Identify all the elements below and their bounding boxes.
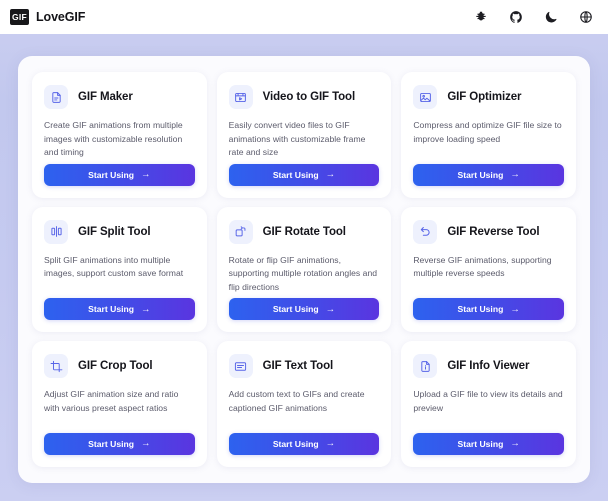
arrow-right-icon: → <box>510 168 520 180</box>
arrow-right-icon: → <box>141 303 151 315</box>
arrow-right-icon: → <box>510 303 520 315</box>
arrow-right-icon: → <box>510 438 520 450</box>
card-description: Adjust GIF animation size and ratio with… <box>44 389 179 413</box>
tool-card[interactable]: GIF Info Viewer Upload a GIF file to vie… <box>401 341 576 467</box>
start-using-button[interactable]: Start Using → <box>228 298 380 321</box>
tool-card[interactable]: Video to GIF Tool Easily convert video f… <box>216 72 392 198</box>
brand[interactable]: GIF LoveGIF <box>10 9 85 25</box>
card-title: GIF Crop Tool <box>78 360 153 373</box>
tools-grid: GIF Maker Create GIF animations from mul… <box>32 72 576 467</box>
card-header: GIF Info Viewer <box>413 354 564 379</box>
card-title: GIF Optimizer <box>447 91 522 103</box>
bug-icon[interactable] <box>473 9 489 25</box>
brand-name: LoveGIF <box>36 10 86 24</box>
start-using-button[interactable]: Start Using → <box>413 298 564 321</box>
card-description: Create GIF animations from multiple imag… <box>44 120 183 158</box>
start-using-button[interactable]: Start Using → <box>44 298 195 321</box>
github-icon[interactable] <box>508 9 524 25</box>
start-using-button[interactable]: Start Using → <box>228 163 380 186</box>
card-header: GIF Text Tool <box>228 354 380 379</box>
card-title: GIF Reverse Tool <box>447 225 540 238</box>
arrow-right-icon: → <box>141 438 151 450</box>
tool-card[interactable]: GIF Maker Create GIF animations from mul… <box>32 72 207 198</box>
button-label: Start Using <box>272 169 319 180</box>
logo-icon: GIF <box>10 9 29 25</box>
start-using-button[interactable]: Start Using → <box>413 432 564 455</box>
card-title: GIF Text Tool <box>262 360 334 373</box>
file-info-icon <box>413 354 438 379</box>
tool-card[interactable]: GIF Optimizer Compress and optimize GIF … <box>401 72 576 198</box>
button-label: Start Using <box>457 304 504 315</box>
button-label: Start Using <box>272 438 319 449</box>
card-description: Rotate or flip GIF animations, supportin… <box>228 254 378 292</box>
tool-card[interactable]: GIF Split Tool Split GIF animations into… <box>32 206 207 333</box>
card-title: GIF Rotate Tool <box>262 225 346 238</box>
start-using-button[interactable]: Start Using → <box>228 432 380 455</box>
card-description: Easily convert video files to GIF animat… <box>228 120 366 158</box>
button-label: Start Using <box>88 438 134 449</box>
button-label: Start Using <box>457 169 504 180</box>
rotate-icon <box>228 219 253 244</box>
card-header: GIF Rotate Tool <box>228 219 380 244</box>
card-description: Reverse GIF animations, supporting multi… <box>413 254 552 279</box>
tool-card[interactable]: GIF Text Tool Add custom text to GIFs an… <box>216 341 392 467</box>
card-header: GIF Optimizer <box>413 85 564 109</box>
tools-panel: GIF Maker Create GIF animations from mul… <box>18 56 590 483</box>
card-header: GIF Crop Tool <box>44 354 195 379</box>
app-header: GIF LoveGIF <box>0 0 608 34</box>
start-using-button[interactable]: Start Using → <box>44 163 195 186</box>
button-label: Start Using <box>457 438 504 449</box>
arrow-right-icon: → <box>325 438 336 450</box>
button-label: Start Using <box>88 304 134 315</box>
card-description: Upload a GIF file to view its details an… <box>413 389 563 413</box>
split-icon <box>44 219 68 244</box>
card-title: GIF Split Tool <box>78 225 151 238</box>
card-header: Video to GIF Tool <box>228 85 380 109</box>
button-label: Start Using <box>88 169 134 180</box>
tool-card[interactable]: GIF Reverse Tool Reverse GIF animations,… <box>401 206 576 333</box>
card-title: GIF Maker <box>78 91 133 103</box>
moon-icon[interactable] <box>543 9 559 25</box>
card-header: GIF Reverse Tool <box>413 219 564 244</box>
start-using-button[interactable]: Start Using → <box>44 432 195 455</box>
card-header: GIF Maker <box>44 85 195 109</box>
card-description: Split GIF animations into multiple image… <box>44 254 184 279</box>
arrow-right-icon: → <box>141 168 151 180</box>
button-label: Start Using <box>272 304 319 315</box>
card-title: Video to GIF Tool <box>262 91 356 103</box>
card-title: GIF Info Viewer <box>447 360 530 373</box>
crop-icon <box>44 354 68 379</box>
arrow-right-icon: → <box>325 303 336 315</box>
text-caption-icon <box>228 354 253 379</box>
header-actions <box>473 9 594 25</box>
reverse-arrow-icon <box>413 219 438 244</box>
tool-card[interactable]: GIF Crop Tool Adjust GIF animation size … <box>32 341 207 467</box>
card-description: Add custom text to GIFs and create capti… <box>228 389 365 413</box>
tool-card[interactable]: GIF Rotate Tool Rotate or flip GIF anima… <box>216 206 392 333</box>
globe-icon[interactable] <box>578 9 594 25</box>
arrow-right-icon: → <box>325 168 336 180</box>
card-description: Compress and optimize GIF file size to i… <box>413 120 562 144</box>
video-icon <box>228 85 253 109</box>
card-header: GIF Split Tool <box>44 219 195 244</box>
image-icon <box>413 85 438 109</box>
file-document-icon <box>44 85 68 109</box>
start-using-button[interactable]: Start Using → <box>413 163 564 186</box>
